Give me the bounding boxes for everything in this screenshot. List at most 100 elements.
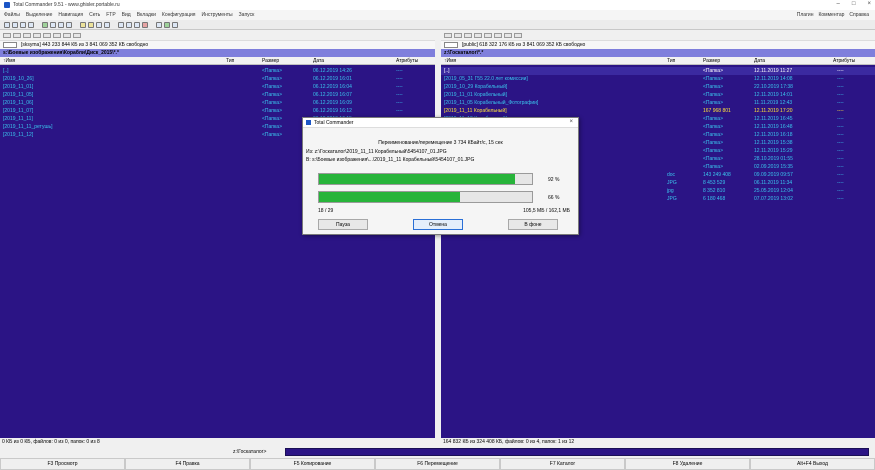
drive-button-z[interactable]	[494, 33, 502, 38]
sync-dirs-icon[interactable]	[134, 21, 140, 28]
close-icon[interactable]: ×	[867, 1, 871, 7]
file-attr: ----	[396, 76, 403, 82]
column-date[interactable]: Дата	[313, 58, 324, 64]
transfer-speed-message: Переименование/перемещение 3 734 КБайт/с…	[378, 140, 503, 146]
drive-button-up[interactable]	[73, 33, 81, 38]
file-row[interactable]: [..] <Папка> 12.11.2019 11:27 ----	[441, 67, 875, 75]
file-date: 12.11.2019 15:29	[754, 148, 793, 154]
column-size[interactable]: Размер	[262, 58, 279, 64]
drive-button-d[interactable]	[13, 33, 21, 38]
menu-item[interactable]: Вид	[122, 12, 131, 18]
f8-delete-button[interactable]: F8 Удаление	[625, 458, 750, 470]
command-input[interactable]	[285, 448, 869, 456]
refresh-icon[interactable]	[4, 21, 10, 28]
column-type[interactable]: Тип	[667, 58, 675, 64]
pause-button[interactable]: Пауза	[318, 219, 368, 230]
alt-f4-exit-button[interactable]: Alt+F4 Выход	[750, 458, 875, 470]
cmd-icon[interactable]	[172, 21, 178, 28]
menu-item[interactable]: FTP	[106, 12, 115, 18]
menu-item[interactable]: Плагин	[797, 12, 814, 18]
f7-mkdir-button[interactable]: F7 Каталог	[500, 458, 625, 470]
file-date: 12.11.2019 11:27	[754, 68, 793, 74]
drive-button-s[interactable]	[43, 33, 51, 38]
menu-item[interactable]: Инструменты	[201, 12, 232, 18]
file-row[interactable]: [..] <Папка> 06.12.2019 14:26 ----	[0, 67, 435, 75]
file-row[interactable]: [2019_11_05] <Папка> 06.12.2019 16:07 ----	[0, 91, 435, 99]
search-icon[interactable]	[118, 21, 124, 28]
column-size[interactable]: Размер	[703, 58, 720, 64]
column-type[interactable]: Тип	[226, 58, 234, 64]
view-tree-icon[interactable]	[28, 21, 34, 28]
ftp-disconnect-icon[interactable]	[104, 21, 110, 28]
file-row[interactable]: [2019_05_31 Г55 22.0 лет комиссии] <Папка…	[441, 75, 875, 83]
menu-item[interactable]: Выделение	[26, 12, 53, 18]
explorer-icon[interactable]	[164, 21, 170, 28]
left-path-bar[interactable]: s:\Боевые изображения\Корабли\Диск_2015\…	[0, 49, 435, 57]
drive-button-f[interactable]	[474, 33, 482, 38]
drive-button-e[interactable]	[23, 33, 31, 38]
maximize-icon[interactable]: □	[852, 1, 856, 7]
right-path-bar[interactable]: z:\Госкаталог\*.*	[441, 49, 875, 57]
file-row[interactable]: [2019_11_01] <Папка> 06.12.2019 16:04 ----	[0, 83, 435, 91]
column-name[interactable]: ↑Имя	[3, 58, 15, 64]
drive-button-d[interactable]	[454, 33, 462, 38]
view-full-icon[interactable]	[20, 21, 26, 28]
close-icon[interactable]: ×	[569, 119, 573, 125]
drive-button-e[interactable]	[464, 33, 472, 38]
menu-item[interactable]: Навигация	[58, 12, 83, 18]
column-name[interactable]: ↑Имя	[444, 58, 456, 64]
menu-item[interactable]: Файлы	[4, 12, 20, 18]
f4-edit-button[interactable]: F4 Правка	[125, 458, 250, 470]
view-brief-icon[interactable]	[12, 21, 18, 28]
file-row[interactable]: [2019_11_05 Корабельный_Фотографии] <Папк…	[441, 99, 875, 107]
right-drive-dropdown[interactable]	[444, 42, 458, 48]
menu-item[interactable]: Справка	[849, 12, 869, 18]
file-row[interactable]: [2019_11_07] <Папка> 06.12.2019 16:12 ----	[0, 107, 435, 115]
file-row[interactable]: [2019_11_11 Корабельный] 167 968 801 12.11…	[441, 107, 875, 115]
minimize-icon[interactable]: –	[837, 1, 840, 7]
menu-item[interactable]: Вкладки	[137, 12, 156, 18]
file-size: <Папка>	[703, 164, 723, 170]
drive-button-c[interactable]	[444, 33, 452, 38]
file-row[interactable]: [2019_11_01 Корабельный] <Папка> 12.11.201…	[441, 91, 875, 99]
column-attributes[interactable]: Атрибуты	[396, 58, 418, 64]
drive-button-root[interactable]	[504, 33, 512, 38]
source-path: Из: z:\Госкаталог\2019_11_11 Корабельный…	[306, 149, 447, 155]
f3-view-button[interactable]: F3 Просмотр	[0, 458, 125, 470]
forward-icon[interactable]	[66, 21, 72, 28]
drive-button-up[interactable]	[514, 33, 522, 38]
ftp-icon[interactable]	[96, 21, 102, 28]
file-row[interactable]: [2019_10_29 Корабельный] <Папка> 22.10.201…	[441, 83, 875, 91]
compare-icon[interactable]	[142, 21, 148, 28]
drive-button-root[interactable]	[63, 33, 71, 38]
file-row[interactable]: [2019_10_26] <Папка> 06.12.2019 16:01 ----	[0, 75, 435, 83]
select-all-icon[interactable]	[42, 21, 48, 28]
menu-item[interactable]: Комментар	[818, 12, 844, 18]
file-name: [..]	[444, 68, 450, 74]
f5-copy-button[interactable]: F5 Копирование	[250, 458, 375, 470]
file-date: 12.11.2019 16:48	[754, 124, 793, 130]
left-drive-dropdown[interactable]	[3, 42, 17, 48]
unpack-icon[interactable]	[88, 21, 94, 28]
invert-selection-icon[interactable]	[50, 21, 56, 28]
file-attr: ----	[837, 180, 844, 186]
cancel-button[interactable]: Отмена	[413, 219, 463, 230]
file-attr: ----	[837, 156, 844, 162]
background-button[interactable]: В фоне	[508, 219, 558, 230]
drive-button-f[interactable]	[33, 33, 41, 38]
drive-button-z[interactable]	[53, 33, 61, 38]
menu-item[interactable]: Конфигурация	[162, 12, 196, 18]
column-attributes[interactable]: Атрибуты	[833, 58, 855, 64]
menu-item[interactable]: Сеть	[89, 12, 100, 18]
file-name: [2019_05_31 Г55 22.0 лет комиссии]	[444, 76, 528, 82]
menu-item[interactable]: Запуск	[239, 12, 255, 18]
column-date[interactable]: Дата	[754, 58, 765, 64]
drive-button-c[interactable]	[3, 33, 11, 38]
notepad-icon[interactable]	[156, 21, 162, 28]
archive-icon[interactable]	[80, 21, 86, 28]
drive-button-s[interactable]	[484, 33, 492, 38]
back-icon[interactable]	[58, 21, 64, 28]
file-row[interactable]: [2019_11_06] <Папка> 06.12.2019 16:09 ----	[0, 99, 435, 107]
f6-move-button[interactable]: F6 Перемещение	[375, 458, 500, 470]
multi-rename-icon[interactable]	[126, 21, 132, 28]
